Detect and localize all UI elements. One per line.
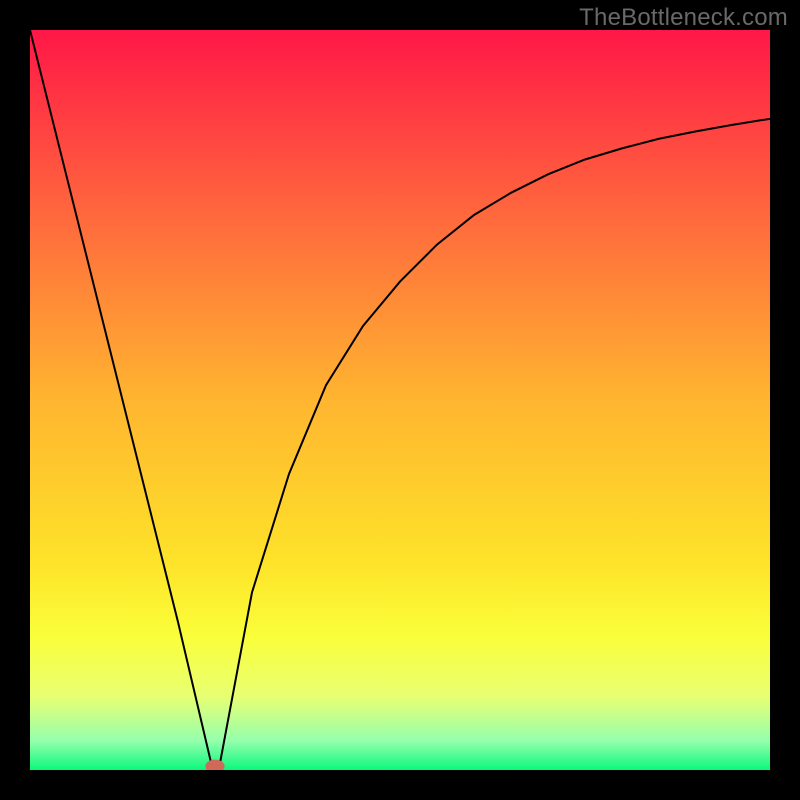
chart-frame: TheBottleneck.com <box>0 0 800 800</box>
watermark-text: TheBottleneck.com <box>579 4 788 32</box>
plot-background <box>30 30 770 770</box>
bottleneck-chart <box>30 30 770 770</box>
